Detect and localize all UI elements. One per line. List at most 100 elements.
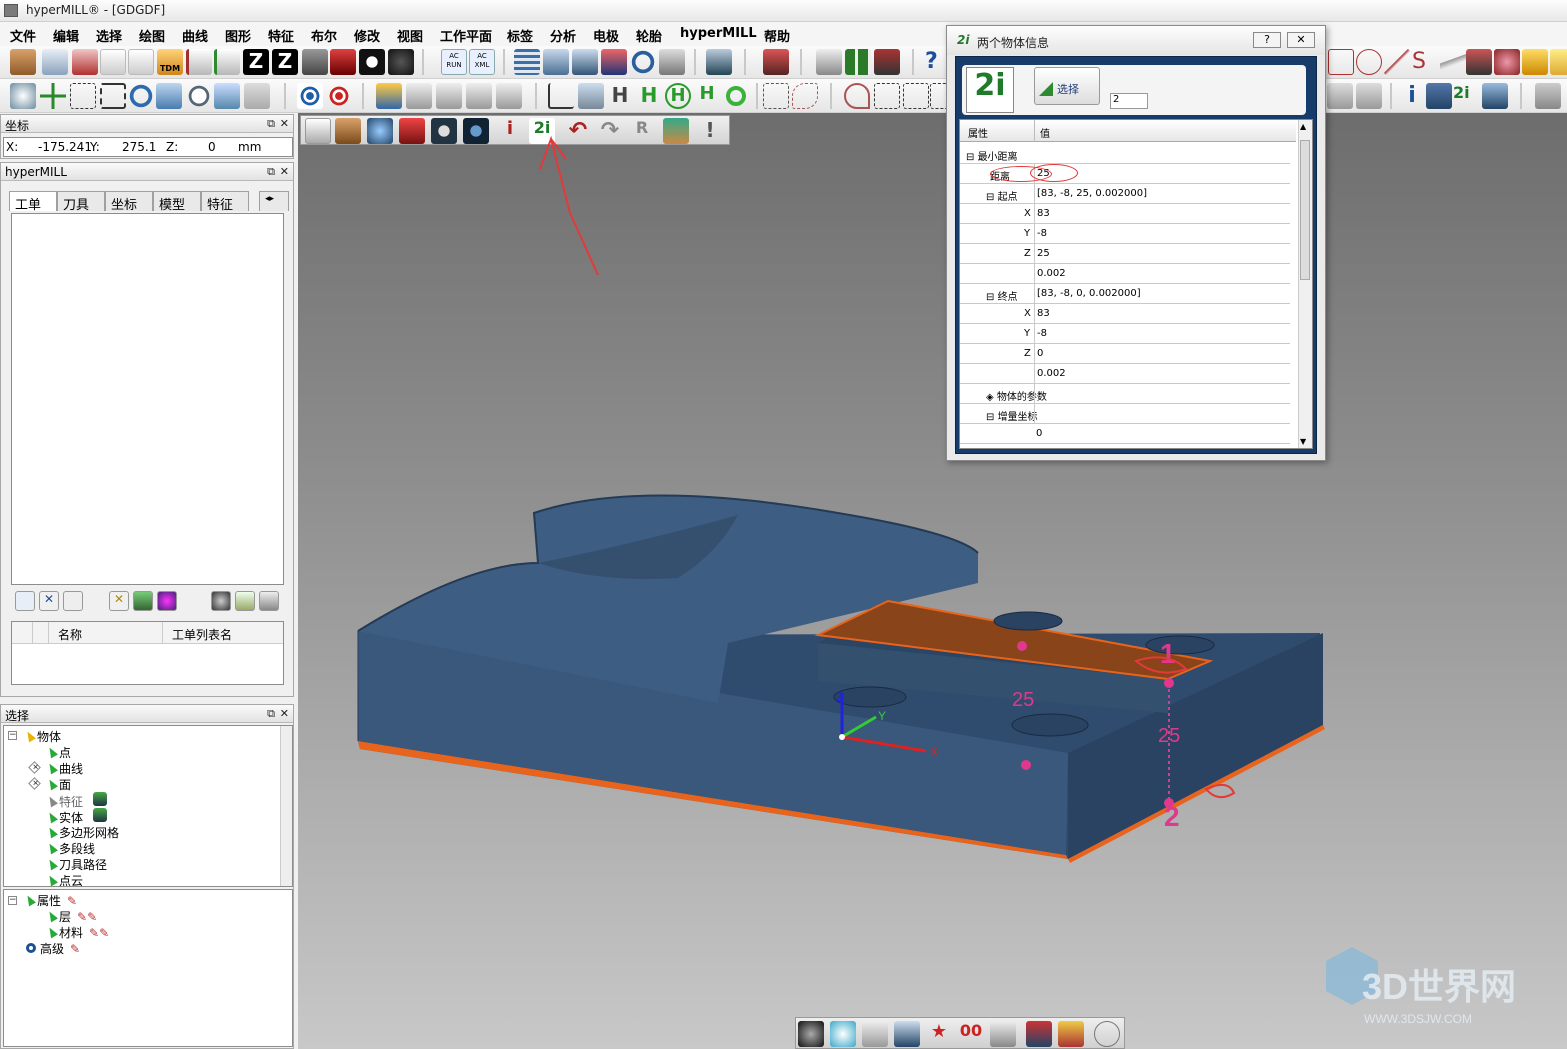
select-button[interactable]: 选择 [1034,67,1100,105]
curve-circle-icon[interactable] [1356,49,1382,75]
pan-icon[interactable] [40,83,66,109]
menu-analysis[interactable]: 分析 [550,26,576,45]
cube-icon[interactable] [1522,49,1548,75]
grid-row[interactable]: 0.002 [960,264,1290,284]
measure-icon-2[interactable] [1482,83,1508,109]
col-joblist-name[interactable]: 工单列表名 [172,626,232,643]
part-render[interactable]: 25 25 1 2 X Y Z 3D世界网 WWW.3DSJW.COM [298,113,1567,1049]
scrollbar[interactable]: ▲ ▼ [1298,120,1312,448]
draft-icon[interactable] [862,1021,888,1047]
collapse-icon[interactable]: ⊟ [986,292,998,303]
grid-row[interactable]: ⊟ 最小距离 [960,144,1290,164]
electrode-icon[interactable] [763,49,789,75]
collapse-icon[interactable]: − [8,896,17,905]
target-icon[interactable] [297,83,323,109]
wand-icon[interactable] [816,49,842,75]
ac-xml-icon[interactable]: AC XML [469,49,495,75]
tab-models[interactable]: 模型 [153,191,201,213]
postprocess-icon[interactable] [157,591,177,611]
zoom-fit-icon[interactable] [100,83,126,109]
wt-back-icon[interactable] [186,49,212,75]
view-sphere-icon[interactable] [10,83,36,109]
tree-item-advanced[interactable]: 高级 ✎ [26,940,80,956]
simulate-icon[interactable] [133,591,153,611]
report-icon[interactable] [211,591,231,611]
grid-row[interactable]: ⊟ 增量坐标 [960,404,1290,424]
o-icon[interactable] [726,86,746,106]
tree-item-point[interactable]: 点 [46,744,71,760]
z-icon[interactable]: Z [243,49,269,75]
snap-tan-icon[interactable] [466,83,492,109]
menu-modify[interactable]: 修改 [354,26,380,45]
collapse-icon[interactable]: ⊟ [966,152,978,163]
tree-item-layer[interactable]: 层 ✎✎ [46,908,97,924]
menu-tire[interactable]: 轮胎 [636,26,662,45]
tree-item-toolpath[interactable]: 刀具路径 [46,856,107,872]
menu-workplane[interactable]: 工作平面 [440,26,492,45]
scroll-up-icon[interactable]: ▲ [1300,122,1306,131]
grid-row[interactable]: Z 25 [960,244,1290,264]
rotate-icon[interactable] [630,49,656,75]
close-icon[interactable]: ✕ [280,165,289,178]
probe-icon[interactable] [990,1021,1016,1047]
fence-icon[interactable] [874,83,900,109]
h-house-icon[interactable]: H [694,83,720,109]
probe-icon[interactable] [543,49,569,75]
shape-icon[interactable] [1494,49,1520,75]
tab-scroll-arrows[interactable]: ◂▸ [259,191,289,211]
grid-row[interactable]: X 83 [960,204,1290,224]
loop-icon[interactable] [844,83,870,109]
image2-icon[interactable] [259,591,279,611]
tree-item-mesh[interactable]: 多边形网格 [46,824,119,840]
snap-line-icon[interactable] [406,83,432,109]
sphere-icon[interactable] [830,1021,856,1047]
open-icon[interactable] [10,49,36,75]
close-icon[interactable]: ✕ [280,117,289,130]
refresh-icon[interactable] [128,83,154,109]
shading-icon[interactable] [798,1021,824,1047]
col-property[interactable]: 属性 [968,125,988,140]
grid-row[interactable]: ⊟ 终点 [83, -8, 0, 0.002000] [960,284,1290,304]
grid-row[interactable]: 0 [960,424,1290,444]
tree-item-attributes[interactable]: 属性 ✎ [24,892,77,908]
grid-row[interactable]: 0.002 [960,364,1290,384]
comment-icon[interactable] [63,591,83,611]
grid-row[interactable]: Y -8 [960,324,1290,344]
info-two-objects-icon[interactable]: 2i [1453,83,1479,109]
tree-item-feature[interactable]: 特征 [46,792,108,809]
model-icon[interactable] [330,49,356,75]
close-icon[interactable]: ✕ [1287,32,1315,48]
col-value[interactable]: 值 [1040,125,1050,140]
tab-features[interactable]: 特征 [201,191,249,213]
grid-row[interactable]: Z0 [960,344,1290,364]
curve-rect-icon[interactable] [1328,49,1354,75]
collapse-icon[interactable]: − [8,731,17,740]
grid-row[interactable]: Y -8 [960,224,1290,244]
menu-draw[interactable]: 绘图 [139,26,165,45]
tool-icon[interactable] [388,49,414,75]
snap-arc-icon[interactable] [436,83,462,109]
close-icon[interactable]: ✕ [280,707,289,720]
wt-forward-icon[interactable] [214,49,240,75]
head-icon[interactable] [572,49,598,75]
h-gray-icon[interactable]: H [607,83,633,109]
scrollbar[interactable] [280,726,292,886]
tree-item-material[interactable]: 材料 ✎✎ [46,924,109,940]
tree-item-face[interactable]: 面 [46,776,71,792]
stock-icon[interactable] [302,49,328,75]
wireframe-icon[interactable] [1094,1021,1120,1047]
tree-item-pointcloud[interactable]: 点云 [46,872,83,888]
fence2-icon[interactable] [903,83,929,109]
snap-star-icon[interactable] [376,83,402,109]
tree-item-curve[interactable]: 曲线 [46,760,83,776]
funnel2-icon[interactable] [578,83,604,109]
counter-icon[interactable]: 00 [958,1021,984,1047]
menu-shape[interactable]: 图形 [225,26,251,45]
collapse-icon[interactable]: ⊟ [986,192,998,203]
prev-view-icon[interactable] [214,83,240,109]
brush-icon[interactable] [894,1021,920,1047]
graphics-viewport[interactable]: i 2i ↶ ↷ R ! 25 25 1 2 X Y Z 3D世界网 WWW.3… [298,113,1567,1049]
menu-curve[interactable]: 曲线 [182,26,208,45]
funnel-icon[interactable] [42,49,68,75]
menu-label[interactable]: 标签 [507,26,533,45]
